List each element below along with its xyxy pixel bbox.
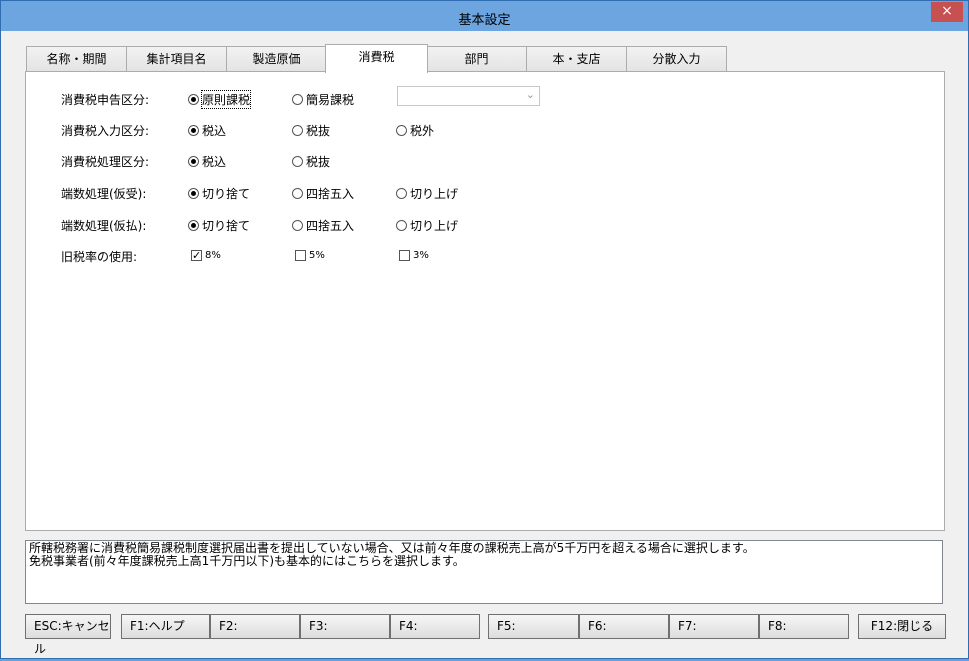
checkbox-rate-3[interactable]: 3% [399, 250, 429, 261]
radio-input-tax-included[interactable]: 税込 [188, 122, 226, 139]
window-title: 基本設定 [458, 13, 511, 28]
simplified-business-type-select[interactable]: ⌄ [397, 86, 540, 106]
rounding-received-label: 端数処理(仮受): [61, 187, 147, 201]
radio-processing-tax-included[interactable]: 税込 [188, 153, 226, 170]
tab-department[interactable]: 部門 [426, 46, 527, 72]
close-button[interactable]: × [931, 2, 963, 22]
radio-input-tax-excluded[interactable]: 税抜 [292, 122, 330, 139]
checkmark-icon: ✓ [191, 249, 202, 262]
radio-received-round-up[interactable]: 切り上げ [396, 185, 458, 202]
esc-cancel-button[interactable]: ESC:キャンセル [25, 614, 111, 656]
description-line-2: 免税事業者(前々年度課税売上高1千万円以下)も基本的にはこちらを選択します。 [29, 554, 465, 568]
settings-window: 基本設定 × 名称・期間 集計項目名 製造原価 消費税 部門 本・支店 分散入力… [0, 0, 969, 659]
f4-button[interactable]: F4: [390, 614, 480, 639]
chevron-down-icon: ⌄ [525, 88, 535, 101]
tab-consumption-tax[interactable]: 消費税 [325, 44, 428, 73]
radio-received-round-down[interactable]: 切り捨て [188, 185, 250, 202]
tax-input-type-label: 消費税入力区分: [61, 124, 150, 138]
radio-processing-tax-excluded[interactable]: 税抜 [292, 153, 330, 170]
description-box: 所轄税務署に消費税簡易課税制度選択届出書を提出していない場合、又は前々年度の課税… [25, 540, 943, 604]
radio-simplified-taxation[interactable]: 簡易課税 [292, 91, 354, 108]
tab-branch[interactable]: 本・支店 [526, 46, 627, 72]
tax-settings-panel: 消費税申告区分: 原則課税 簡易課税 ⌄ 消費税入力区分: 税込 税抜 税外 消… [25, 71, 945, 531]
close-icon: × [941, 3, 953, 19]
radio-icon [292, 220, 303, 231]
radio-principle-taxation[interactable]: 原則課税 [188, 90, 252, 109]
tab-distributed-input[interactable]: 分散入力 [626, 46, 727, 72]
radio-icon [292, 188, 303, 199]
radio-paid-round-down[interactable]: 切り捨て [188, 217, 250, 234]
checkbox-rate-5[interactable]: 5% [295, 250, 325, 261]
f7-button[interactable]: F7: [669, 614, 759, 639]
client-area: 名称・期間 集計項目名 製造原価 消費税 部門 本・支店 分散入力 消費税申告区… [8, 31, 961, 656]
title-bar[interactable]: 基本設定 × [1, 1, 968, 31]
checkbox-icon [295, 250, 306, 261]
radio-selected-icon [188, 188, 199, 199]
radio-selected-icon [188, 125, 199, 136]
radio-received-round-half[interactable]: 四捨五入 [292, 185, 354, 202]
f5-button[interactable]: F5: [488, 614, 579, 639]
radio-icon [396, 125, 407, 136]
checkbox-rate-8[interactable]: ✓ 8% [191, 250, 221, 261]
radio-icon [292, 125, 303, 136]
f6-button[interactable]: F6: [579, 614, 669, 639]
old-tax-rate-label: 旧税率の使用: [61, 250, 138, 264]
radio-icon [292, 156, 303, 167]
radio-paid-round-half[interactable]: 四捨五入 [292, 217, 354, 234]
tax-filing-type-label: 消費税申告区分: [61, 93, 150, 107]
radio-input-tax-exempt[interactable]: 税外 [396, 122, 434, 139]
rounding-paid-label: 端数処理(仮払): [61, 219, 147, 233]
radio-selected-icon [188, 220, 199, 231]
f8-button[interactable]: F8: [759, 614, 849, 639]
tab-manufacturing-cost[interactable]: 製造原価 [226, 46, 327, 72]
radio-selected-icon [188, 156, 199, 167]
f2-button[interactable]: F2: [210, 614, 300, 639]
checkbox-icon [399, 250, 410, 261]
radio-icon [396, 188, 407, 199]
radio-selected-icon [188, 94, 199, 105]
f3-button[interactable]: F3: [300, 614, 390, 639]
f1-help-button[interactable]: F1:ヘルプ [121, 614, 210, 639]
radio-icon [292, 94, 303, 105]
f12-close-button[interactable]: F12:閉じる [858, 614, 946, 639]
tab-name-period[interactable]: 名称・期間 [26, 46, 127, 72]
radio-icon [396, 220, 407, 231]
radio-paid-round-up[interactable]: 切り上げ [396, 217, 458, 234]
tab-aggregate-items[interactable]: 集計項目名 [126, 46, 227, 72]
tax-processing-type-label: 消費税処理区分: [61, 155, 150, 169]
